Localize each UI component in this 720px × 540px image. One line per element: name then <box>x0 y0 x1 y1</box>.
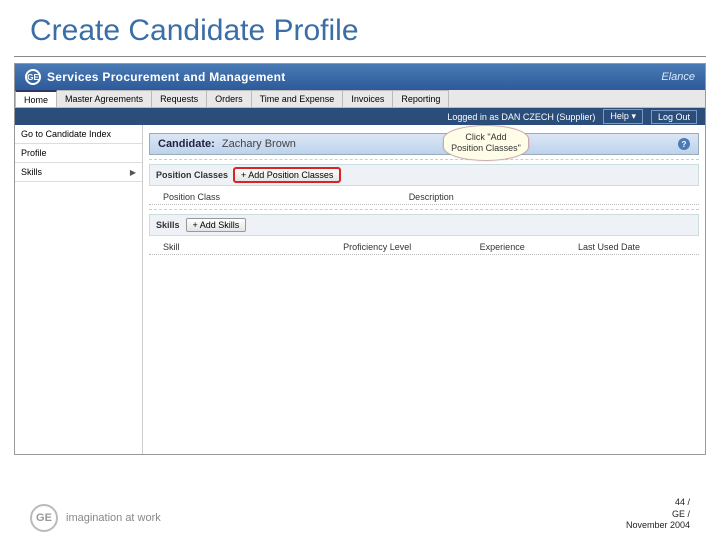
section-label: Position Classes <box>156 170 228 180</box>
col-skill: Skill <box>151 242 331 252</box>
header-left: GE Services Procurement and Management <box>25 69 286 85</box>
main-panel: Candidate: Zachary Brown ? Click "Add Po… <box>143 125 705 454</box>
app-header: GE Services Procurement and Management E… <box>15 64 705 90</box>
tab-bar: Home Master Agreements Requests Orders T… <box>15 90 705 108</box>
logged-in-text: Logged in as DAN CZECH (Supplier) <box>447 112 595 122</box>
slide-title: Create Candidate Profile <box>0 0 720 56</box>
sidebar-item-profile[interactable]: Profile <box>15 144 142 163</box>
col-experience: Experience <box>468 242 566 252</box>
sidebar-item-label: Profile <box>21 148 47 158</box>
page-number: 44 / <box>626 497 690 509</box>
ge-logo-icon: GE <box>25 69 41 85</box>
position-columns-row: Position Class Description <box>149 190 699 205</box>
title-rule <box>14 56 706 57</box>
instruction-callout: Click "Add Position Classes" <box>443 125 529 161</box>
panel-title-label: Candidate: <box>158 138 215 150</box>
divider <box>149 209 699 210</box>
col-position-class: Position Class <box>151 192 397 202</box>
section-label: Skills <box>156 220 180 230</box>
col-last-used: Last Used Date <box>566 242 652 252</box>
col-description: Description <box>397 192 466 202</box>
org-label: GE / <box>626 509 690 521</box>
chevron-right-icon: ▶ <box>130 168 136 177</box>
tab-invoices[interactable]: Invoices <box>343 90 393 107</box>
tab-orders[interactable]: Orders <box>207 90 252 107</box>
logout-link[interactable]: Log Out <box>651 110 697 124</box>
sidebar-item-label: Skills <box>21 167 42 177</box>
add-skills-button[interactable]: + Add Skills <box>186 218 247 232</box>
tab-home[interactable]: Home <box>15 90 57 107</box>
candidate-name: Zachary Brown <box>222 138 296 150</box>
footer-date: November 2004 <box>626 520 690 532</box>
skills-section: Skills + Add Skills <box>149 214 699 236</box>
tab-time-expense[interactable]: Time and Expense <box>252 90 344 107</box>
sidebar-item-label: Go to Candidate Index <box>21 129 111 139</box>
tab-requests[interactable]: Requests <box>152 90 207 107</box>
tab-reporting[interactable]: Reporting <box>393 90 449 107</box>
app-title: Services Procurement and Management <box>47 70 286 84</box>
position-classes-section: Position Classes + Add Position Classes <box>149 164 699 186</box>
brand-right: Elance <box>661 71 695 83</box>
sidebar-item-skills[interactable]: Skills ▶ <box>15 163 142 182</box>
status-bar: Logged in as DAN CZECH (Supplier) Help ▾… <box>15 108 705 125</box>
help-link[interactable]: Help ▾ <box>603 109 643 124</box>
sidebar-item-candidate-index[interactable]: Go to Candidate Index <box>15 125 142 144</box>
tab-master-agreements[interactable]: Master Agreements <box>57 90 152 107</box>
ge-logo-icon: GE <box>30 504 58 532</box>
ge-branding: GE imagination at work <box>30 504 161 532</box>
slide-footer: GE imagination at work 44 / GE / Novembe… <box>30 497 690 532</box>
divider <box>149 159 699 160</box>
candidate-panel-head: Candidate: Zachary Brown ? <box>149 133 699 155</box>
app-window: GE Services Procurement and Management E… <box>14 63 706 455</box>
tagline: imagination at work <box>66 512 161 524</box>
help-icon[interactable]: ? <box>678 138 690 150</box>
footer-meta: 44 / GE / November 2004 <box>626 497 690 532</box>
add-position-classes-button[interactable]: + Add Position Classes <box>234 168 340 182</box>
content-area: Go to Candidate Index Profile Skills ▶ C… <box>15 125 705 454</box>
skills-columns-row: Skill Proficiency Level Experience Last … <box>149 240 699 255</box>
col-proficiency: Proficiency Level <box>331 242 468 252</box>
sidebar: Go to Candidate Index Profile Skills ▶ <box>15 125 143 454</box>
